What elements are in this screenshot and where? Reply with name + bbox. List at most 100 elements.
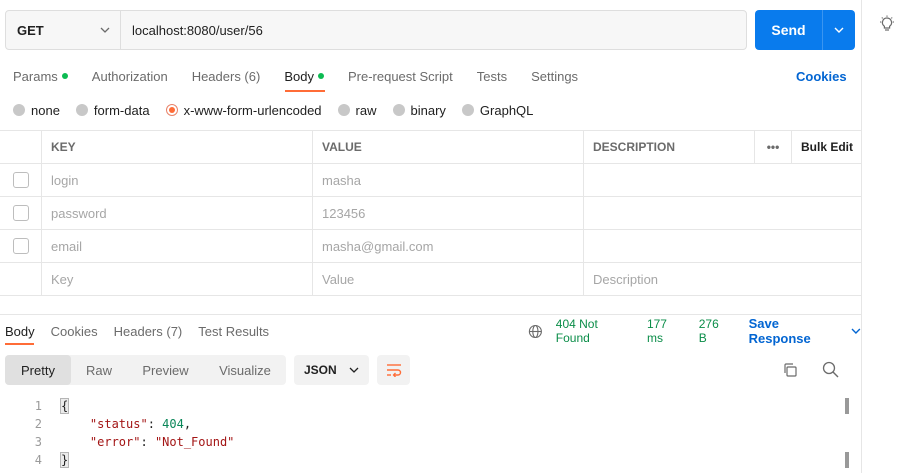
radio-label: raw [355,102,377,118]
brace-close: } [59,452,70,468]
radio-binary[interactable]: binary [392,102,446,118]
response-code-editor[interactable]: 1 { 2 "status": 404, 3 "error": "Not_Fou… [0,397,840,469]
response-tab-test-results[interactable]: Test Results [198,322,269,340]
response-tab-headers[interactable]: Headers (7) [114,322,183,340]
line-number: 3 [34,435,42,449]
response-divider [0,314,862,315]
method-label: GET [17,22,44,38]
row-check-cell [0,230,41,262]
description-cell[interactable] [584,230,862,262]
wrap-lines-icon [386,364,401,377]
description-placeholder-cell[interactable]: Description [584,263,862,295]
line-number: 1 [34,399,42,413]
chevron-down-icon [851,328,861,334]
body-type-radios: none form-data x-www-form-urlencoded raw… [13,101,549,119]
request-tabs: Params Authorization Headers (6) Body Pr… [13,66,602,86]
table-row: login masha [0,164,862,197]
radio-circle [392,104,405,116]
table-row: email masha@gmail.com [0,230,862,263]
radio-circle [337,104,350,116]
more-options-button[interactable]: ••• [755,131,792,163]
scrollbar-thumb[interactable] [845,398,849,414]
radio-form-data[interactable]: form-data [75,103,150,118]
radio-graphql[interactable]: GraphQL [461,103,533,118]
search-icon[interactable] [822,361,839,378]
value-cell[interactable]: masha [313,164,584,196]
tab-label: Params [13,68,58,84]
code-line: 4 } [0,451,840,469]
tab-settings[interactable]: Settings [531,66,578,86]
key-cell[interactable]: email [41,230,313,262]
radio-x-www-form-urlencoded[interactable]: x-www-form-urlencoded [165,103,322,118]
tab-label: Settings [531,68,579,84]
tab-params[interactable]: Params [13,66,68,86]
description-cell[interactable] [584,197,862,229]
tab-label: Pre-request Script [347,68,453,84]
copy-icon[interactable] [782,362,798,378]
row-checkbox[interactable] [12,238,29,254]
table-header-row: KEY VALUE DESCRIPTION ••• Bulk Edit [0,131,862,164]
format-label: JSON [304,363,337,377]
column-header-description: DESCRIPTION [584,131,755,163]
description-cell[interactable] [584,164,862,196]
key-cell[interactable]: password [41,197,313,229]
response-tab-body[interactable]: Body [5,322,35,340]
scrollbar-thumb[interactable] [845,452,849,468]
view-pretty-button[interactable]: Pretty [5,355,71,385]
response-size[interactable]: 276 B [699,317,730,345]
tab-label: Body [284,68,314,84]
lightbulb-icon[interactable] [878,15,896,33]
view-visualize-button[interactable]: Visualize [204,355,286,385]
tab-pre-request-script[interactable]: Pre-request Script [348,66,453,86]
line-number: 4 [34,453,42,467]
radio-none[interactable]: none [13,103,60,118]
tab-label: Tests [476,68,508,84]
response-status-bar: 404 Not Found 177 ms 276 B Save Response [528,316,861,346]
view-raw-button[interactable]: Raw [71,355,127,385]
brace-open: { [59,398,70,414]
save-response-label: Save Response [748,316,811,346]
radio-label: binary [410,102,446,118]
key-cell[interactable]: login [41,164,313,196]
send-button-group: Send [755,10,855,50]
response-tab-underline [5,343,34,345]
chevron-down-icon [100,27,110,33]
globe-icon[interactable] [528,324,543,339]
header-check-cell [0,131,41,163]
method-select[interactable]: GET [6,11,121,49]
row-check-cell [0,164,41,196]
save-response-button[interactable]: Save Response [749,316,861,346]
response-time[interactable]: 177 ms [647,317,686,345]
json-key: "error" [89,435,141,449]
response-tab-cookies[interactable]: Cookies [51,322,98,340]
code-line: 1 { [0,397,840,415]
code-text: } [42,452,70,468]
key-placeholder-cell[interactable]: Key [41,263,313,295]
wrap-lines-button[interactable] [377,355,410,385]
radio-raw[interactable]: raw [337,102,377,118]
tab-body[interactable]: Body [284,66,324,86]
tab-tests[interactable]: Tests [477,66,507,86]
radio-circle [13,104,25,116]
code-text: "status": 404, [89,417,192,431]
value-cell[interactable]: 123456 [313,197,584,229]
tab-headers[interactable]: Headers (6) [192,66,261,86]
active-dot [61,73,68,79]
active-dot [317,73,324,79]
value-placeholder-cell[interactable]: Value [313,263,584,295]
radio-label: none [31,102,60,118]
value-cell[interactable]: masha@gmail.com [313,230,584,262]
view-preview-button[interactable]: Preview [127,355,204,385]
status-code[interactable]: 404 Not Found [556,317,634,345]
tab-label: Authorization [91,68,168,84]
send-button[interactable]: Send [755,10,822,50]
cookies-link[interactable]: Cookies [796,66,847,86]
row-checkbox[interactable] [12,172,29,188]
bulk-edit-button[interactable]: Bulk Edit [792,131,862,163]
format-select[interactable]: JSON [294,355,369,385]
tab-authorization[interactable]: Authorization [92,66,168,86]
send-dropdown-button[interactable] [823,10,855,50]
row-checkbox[interactable] [12,205,29,221]
active-tab-underline [285,90,325,92]
url-input[interactable]: localhost:8080/user/56 [121,11,746,49]
